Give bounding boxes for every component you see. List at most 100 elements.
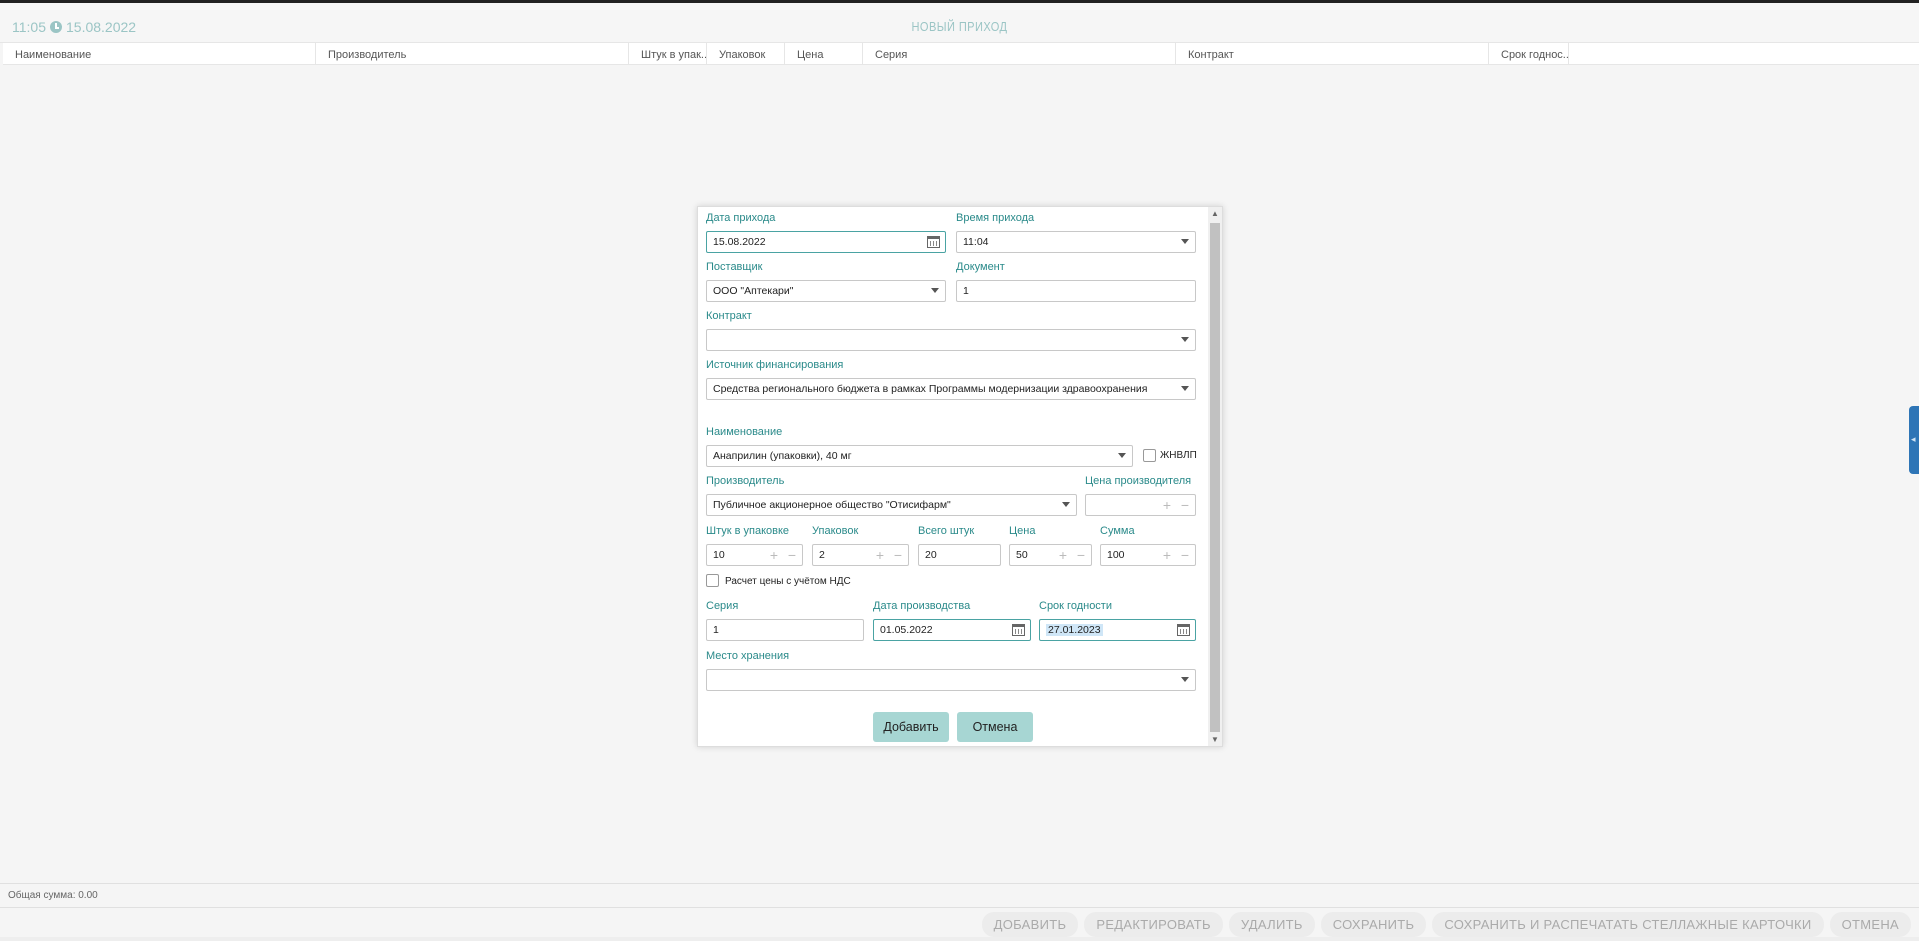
manufacturer-value: Публичное акционерное общество "Отисифар…	[713, 499, 951, 511]
contract-select[interactable]	[706, 329, 1196, 351]
current-time: 11:05	[12, 19, 46, 35]
cancel-button[interactable]: Отмена	[957, 712, 1033, 742]
column-header-packs[interactable]: Упаковок	[707, 43, 785, 64]
plus-icon[interactable]: +	[1163, 497, 1171, 513]
action-save-print-button[interactable]: СОХРАНИТЬ И РАСПЕЧАТАТЬ СТЕЛЛАЖНЫЕ КАРТО…	[1432, 912, 1824, 937]
total-value: 20	[925, 549, 937, 561]
document-label: Документ	[956, 261, 1005, 273]
chevron-down-icon	[931, 288, 939, 293]
contract-label: Контракт	[706, 310, 752, 322]
chevron-down-icon	[1062, 502, 1070, 507]
prod-date-input[interactable]: 01.05.2022	[873, 619, 1031, 641]
time-value: 11:04	[963, 236, 989, 248]
current-date: 15.08.2022	[66, 19, 137, 35]
column-header-expiry[interactable]: Срок годнос...	[1489, 43, 1569, 64]
minus-icon[interactable]: −	[1077, 547, 1085, 563]
vat-checkbox[interactable]	[706, 574, 719, 587]
per-pack-value: 10	[713, 549, 725, 561]
plus-icon[interactable]: +	[876, 547, 884, 563]
zhnvlp-checkbox[interactable]	[1143, 449, 1156, 462]
action-bar: ДОБАВИТЬ РЕДАКТИРОВАТЬ УДАЛИТЬ СОХРАНИТЬ…	[0, 907, 1919, 937]
manufacturer-price-label: Цена производителя	[1085, 475, 1192, 487]
column-header-name[interactable]: Наименование	[3, 43, 316, 64]
total-label: Всего штук	[918, 525, 975, 537]
date-value: 15.08.2022	[713, 236, 766, 248]
column-header-price[interactable]: Цена	[785, 43, 863, 64]
action-cancel-button[interactable]: ОТМЕНА	[1829, 912, 1911, 937]
total-sum-text: Общая сумма: 0.00	[8, 890, 98, 901]
side-panel-toggle[interactable]: ◂	[1909, 406, 1919, 474]
date-label: Дата прихода	[706, 212, 776, 224]
total-sum-bar: Общая сумма: 0.00	[0, 883, 1919, 907]
name-select[interactable]: Анаприлин (упаковки), 40 мг	[706, 445, 1133, 467]
dialog-scrollbar[interactable]: ▲ ▼	[1208, 207, 1222, 746]
scroll-down-icon[interactable]: ▼	[1211, 735, 1219, 744]
plus-icon[interactable]: +	[1059, 547, 1067, 563]
bottom-border	[0, 937, 1919, 941]
new-receipt-item-dialog: ▲ ▼ Дата прихода 15.08.2022 Время приход…	[697, 206, 1223, 747]
storage-select[interactable]	[706, 669, 1196, 691]
expiry-value: 27.01.2023	[1046, 624, 1103, 636]
action-edit-button[interactable]: РЕДАКТИРОВАТЬ	[1084, 912, 1223, 937]
manufacturer-select[interactable]: Публичное акционерное общество "Отисифар…	[706, 494, 1077, 516]
sum-label: Сумма	[1100, 525, 1135, 537]
clock-icon	[50, 21, 62, 33]
per-pack-label: Штук в упаковке	[706, 525, 790, 537]
price-input[interactable]: 50 + −	[1009, 544, 1092, 566]
column-header-manufacturer[interactable]: Производитель	[316, 43, 629, 64]
minus-icon[interactable]: −	[1181, 547, 1189, 563]
datetime-display: 11:05 15.08.2022	[12, 19, 136, 35]
page-title: НОВЫЙ ПРИХОД	[911, 19, 1008, 34]
funding-select[interactable]: Средства регионального бюджета в рамках …	[706, 378, 1196, 400]
time-select[interactable]: 11:04	[956, 231, 1196, 253]
prod-date-value: 01.05.2022	[880, 624, 933, 636]
manufacturer-label: Производитель	[706, 475, 785, 487]
column-header-contract[interactable]: Контракт	[1176, 43, 1489, 64]
plus-icon[interactable]: +	[1163, 547, 1171, 563]
expiry-label: Срок годности	[1039, 600, 1112, 612]
prod-date-label: Дата производства	[873, 600, 971, 612]
series-value: 1	[713, 624, 719, 636]
scroll-thumb[interactable]	[1210, 223, 1220, 732]
expiry-input[interactable]: 27.01.2023	[1039, 619, 1196, 641]
packs-input[interactable]: 2 + −	[812, 544, 909, 566]
series-input[interactable]: 1	[706, 619, 864, 641]
vat-label: Расчет цены с учётом НДС	[725, 576, 851, 587]
manufacturer-price-input[interactable]: + −	[1085, 494, 1196, 516]
time-label: Время прихода	[956, 212, 1035, 224]
supplier-select[interactable]: ООО "Аптекари"	[706, 280, 946, 302]
action-add-button[interactable]: ДОБАВИТЬ	[981, 912, 1079, 937]
side-panel-icon: ◂	[1911, 434, 1916, 444]
calendar-icon[interactable]	[1012, 624, 1025, 636]
packs-value: 2	[819, 549, 825, 561]
action-save-button[interactable]: СОХРАНИТЬ	[1320, 912, 1427, 937]
calendar-icon[interactable]	[1177, 624, 1190, 636]
column-header-series[interactable]: Серия	[863, 43, 1176, 64]
document-input[interactable]: 1	[956, 280, 1196, 302]
supplier-value: ООО "Аптекари"	[713, 285, 794, 297]
table-header: Наименование Производитель Штук в упак..…	[3, 43, 1919, 65]
sum-value: 100	[1107, 549, 1125, 561]
add-button[interactable]: Добавить	[873, 712, 949, 742]
total-input[interactable]: 20	[918, 544, 1001, 566]
document-value: 1	[963, 285, 969, 297]
storage-label: Место хранения	[706, 650, 790, 662]
minus-icon[interactable]: −	[894, 547, 902, 563]
calendar-icon[interactable]	[927, 236, 940, 248]
action-delete-button[interactable]: УДАЛИТЬ	[1228, 912, 1315, 937]
name-label: Наименование	[706, 426, 783, 438]
minus-icon[interactable]: −	[1181, 497, 1189, 513]
name-value: Анаприлин (упаковки), 40 мг	[713, 450, 852, 462]
chevron-down-icon	[1181, 239, 1189, 244]
date-input[interactable]: 15.08.2022	[706, 231, 946, 253]
series-label: Серия	[706, 600, 739, 612]
scroll-up-icon[interactable]: ▲	[1211, 209, 1219, 218]
packs-label: Упаковок	[812, 525, 859, 537]
chevron-down-icon	[1181, 337, 1189, 342]
minus-icon[interactable]: −	[788, 547, 796, 563]
column-header-per-pack[interactable]: Штук в упак...	[629, 43, 707, 64]
plus-icon[interactable]: +	[770, 547, 778, 563]
per-pack-input[interactable]: 10 + −	[706, 544, 803, 566]
supplier-label: Поставщик	[706, 261, 763, 273]
sum-input[interactable]: 100 + −	[1100, 544, 1196, 566]
